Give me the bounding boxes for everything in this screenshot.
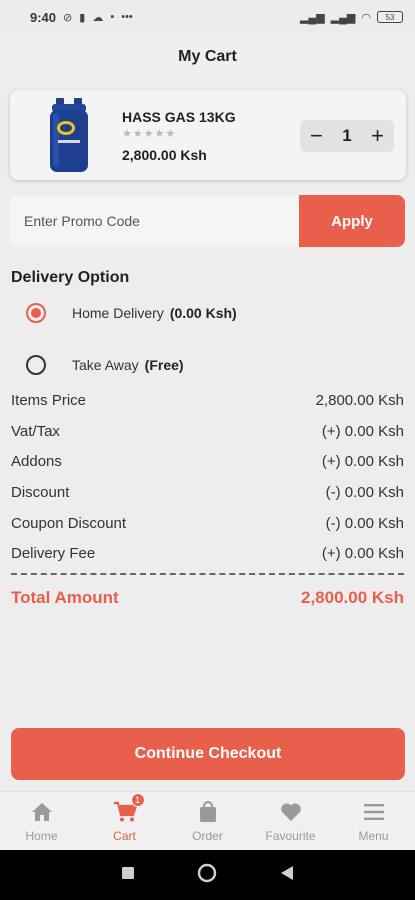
total-value: 2,800.00 Ksh (300, 588, 404, 607)
home-icon (31, 799, 53, 825)
summary-row-items-price: Items Price 2,800.00 Ksh (11, 392, 404, 409)
summary-row-addons: Addons (+) 0.00 Ksh (11, 453, 404, 470)
system-nav-bar (0, 850, 415, 900)
summary-label: Vat/Tax (11, 423, 60, 440)
summary-row-delivery-fee: Delivery Fee (+) 0.00 Ksh (11, 545, 404, 562)
increase-quantity-button[interactable]: + (371, 125, 384, 147)
total-label: Total Amount (11, 588, 119, 607)
summary-value: (+) 0.00 Ksh (321, 453, 404, 470)
nav-label: Cart (113, 829, 136, 843)
nav-item-order[interactable]: Order (173, 799, 243, 843)
summary-row-coupon-discount: Coupon Discount (-) 0.00 Ksh (11, 515, 404, 532)
nav-item-menu[interactable]: Menu (339, 799, 409, 843)
summary-divider (11, 573, 404, 575)
nav-item-favourite[interactable]: Favourite (256, 799, 326, 843)
summary-row-vat: Vat/Tax (+) 0.00 Ksh (11, 423, 404, 440)
page-title: My Cart (178, 48, 237, 65)
summary-label: Items Price (11, 392, 87, 409)
delivery-option-price: (Free) (144, 357, 184, 373)
delivery-option-home[interactable]: Home Delivery (0.00 Ksh) (26, 303, 237, 323)
signal-icon: ▂▄▆ (299, 11, 325, 24)
nav-label: Order (192, 829, 223, 843)
gas-cylinder-image (50, 98, 88, 172)
nav-item-home[interactable]: Home (7, 799, 77, 843)
total-amount-row: Total Amount 2,800.00 Ksh (11, 588, 404, 608)
summary-value: (+) 0.00 Ksh (321, 423, 404, 440)
cloud-icon: ☁ (92, 11, 104, 24)
nav-label: Favourite (265, 829, 316, 843)
summary-label: Delivery Fee (11, 545, 96, 562)
summary-label: Discount (11, 484, 70, 501)
product-price: 2,800.00 Ksh (122, 147, 207, 163)
bottom-nav: Home 1 Cart Order Favourite Menu (0, 791, 415, 850)
product-name: HASS GAS 13KG (122, 109, 236, 125)
signal-icon-2: ▂▄▆ (330, 11, 356, 24)
delivery-option-takeaway[interactable]: Take Away (Free) (26, 355, 184, 375)
battery-icon: 53 (377, 11, 403, 23)
wifi-icon: ◠ (361, 11, 371, 24)
quantity-stepper: − 1 + (300, 120, 394, 152)
home-button-icon[interactable] (197, 863, 217, 888)
nav-label: Menu (358, 829, 389, 843)
status-bar: 9:40 ⊘ ▮ ☁ ▪ ••• ▂▄▆ ▂▄▆ ◠ 53 (0, 0, 415, 34)
back-icon[interactable] (280, 865, 294, 886)
summary-value: (-) 0.00 Ksh (325, 515, 404, 532)
cart-icon: 1 (113, 793, 145, 825)
cart-badge: 1 (130, 793, 145, 807)
promo-code-input[interactable] (10, 195, 299, 247)
summary-label: Coupon Discount (11, 515, 127, 532)
rating-stars: ★★★★★ (122, 128, 177, 140)
quantity-value: 1 (342, 126, 352, 145)
summary-label: Addons (11, 453, 62, 470)
delivery-option-title: Delivery Option (11, 269, 130, 286)
summary-value: (+) 0.00 Ksh (321, 545, 404, 562)
page-header: My Cart (0, 34, 415, 80)
decrease-quantity-button[interactable]: − (310, 125, 323, 147)
recents-icon[interactable] (121, 866, 135, 885)
nav-label: Home (25, 829, 58, 843)
continue-checkout-button[interactable]: Continue Checkout (11, 728, 405, 780)
radio-unselected-icon[interactable] (26, 355, 46, 375)
bag-icon (199, 799, 217, 825)
trash-icon: ▮ (79, 11, 86, 24)
heart-icon (280, 799, 302, 825)
summary-row-discount: Discount (-) 0.00 Ksh (11, 484, 404, 501)
summary-value: (-) 0.00 Ksh (325, 484, 404, 501)
cart-item-card: HASS GAS 13KG ★★★★★ 2,800.00 Ksh − 1 + (10, 90, 406, 180)
delivery-option-label: Take Away (72, 357, 139, 373)
more-notifications-icon: ••• (121, 11, 133, 23)
delivery-option-label: Home Delivery (72, 305, 164, 321)
battery-level: 53 (385, 12, 395, 22)
menu-icon (363, 799, 385, 825)
delivery-option-price: (0.00 Ksh) (169, 305, 237, 321)
apply-promo-button[interactable]: Apply (299, 195, 405, 247)
notification-icon: ▪ (110, 11, 115, 23)
dnd-icon: ⊘ (63, 11, 73, 24)
status-time: 9:40 (30, 9, 57, 25)
summary-value: 2,800.00 Ksh (315, 392, 404, 409)
nav-item-cart[interactable]: 1 Cart (90, 793, 160, 843)
radio-selected-icon[interactable] (26, 303, 46, 323)
